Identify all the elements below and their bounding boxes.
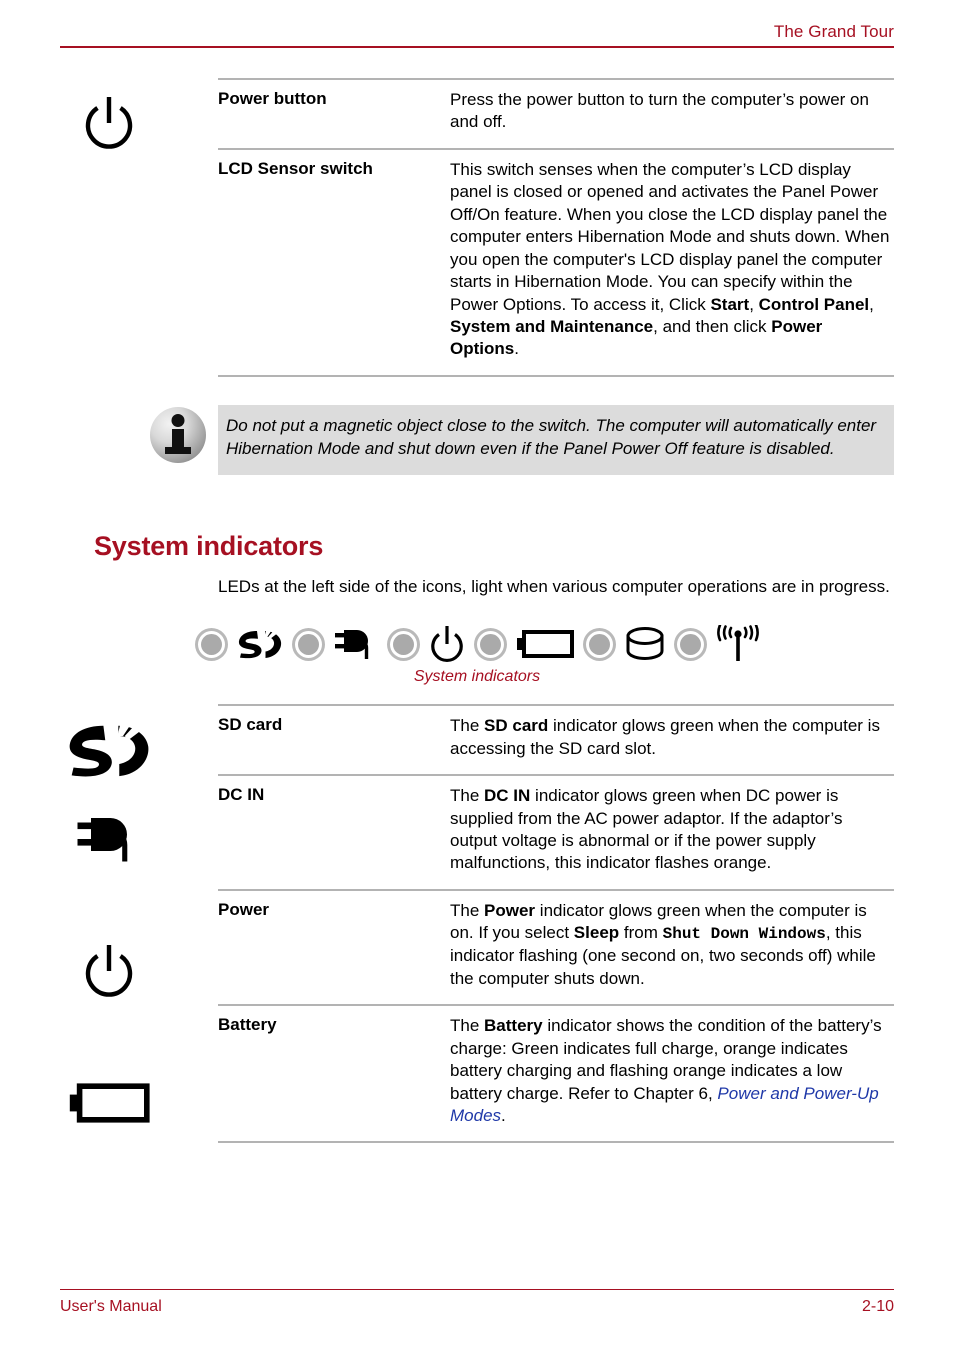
power-controls-section: Power button Press the power button to t… bbox=[0, 78, 954, 377]
row-description: The Battery indicator shows the conditio… bbox=[450, 1004, 894, 1144]
row-description: This switch senses when the computer’s L… bbox=[450, 147, 894, 377]
row-description: The Power indicator glows green when the… bbox=[450, 888, 894, 1006]
sd-card-icon bbox=[237, 629, 283, 659]
table-row: SD card The SD card indicator glows gree… bbox=[218, 704, 894, 776]
table-row: DC IN The DC IN indicator glows green wh… bbox=[218, 774, 894, 890]
table-row: LCD Sensor switch This switch senses whe… bbox=[218, 147, 894, 377]
table-row: Power The Power indicator glows green wh… bbox=[218, 888, 894, 1006]
row-term: DC IN bbox=[218, 774, 450, 890]
led-indicator-1 bbox=[194, 627, 228, 661]
indicator-descriptions-section: SD card The SD card indicator glows gree… bbox=[0, 704, 954, 1144]
indicator-descriptions-table: SD card The SD card indicator glows gree… bbox=[218, 704, 894, 1144]
battery-icon bbox=[0, 1082, 218, 1124]
section-heading: System indicators bbox=[94, 530, 324, 561]
row-description: The DC IN indicator glows green when DC … bbox=[450, 774, 894, 890]
led-indicator-3 bbox=[386, 627, 420, 661]
power-controls-table: Power button Press the power button to t… bbox=[218, 78, 894, 377]
note-text: Do not put a magnetic object close to th… bbox=[226, 415, 877, 458]
led-indicator-6 bbox=[673, 627, 707, 661]
system-indicators-figure: System indicators bbox=[0, 624, 954, 686]
info-icon bbox=[150, 406, 206, 463]
note-box: Do not put a magnetic object close to th… bbox=[218, 404, 894, 475]
hard-disk-drive-icon bbox=[625, 627, 665, 661]
row-description: The SD card indicator glows green when t… bbox=[450, 704, 894, 776]
section-intro: LEDs at the left side of the icons, ligh… bbox=[218, 576, 890, 596]
power-button-icon bbox=[0, 942, 218, 1000]
page-content: Power button Press the power button to t… bbox=[0, 78, 954, 1144]
row-description: Press the power button to turn the compu… bbox=[450, 78, 894, 149]
led-indicator-5 bbox=[582, 627, 616, 661]
power-button-icon bbox=[0, 94, 218, 152]
row-term: Power bbox=[218, 888, 450, 1006]
table-row: Power button Press the power button to t… bbox=[218, 78, 894, 149]
note-callout: Do not put a magnetic object close to th… bbox=[0, 404, 954, 497]
row-term: Power button bbox=[218, 78, 450, 149]
row-term: Battery bbox=[218, 1004, 450, 1144]
table-row: Battery The Battery indicator shows the … bbox=[218, 1004, 894, 1144]
footer-manual-label: User's Manual bbox=[60, 1298, 162, 1315]
row-term: SD card bbox=[218, 704, 450, 776]
figure-caption: System indicators bbox=[413, 668, 541, 686]
header-rule bbox=[60, 46, 894, 48]
page-header: The Grand Tour bbox=[60, 22, 894, 48]
battery-icon bbox=[516, 629, 574, 659]
row-term: LCD Sensor switch bbox=[218, 147, 450, 377]
power-button-icon bbox=[429, 624, 465, 664]
dc-in-plug-icon bbox=[0, 812, 218, 866]
header-title: The Grand Tour bbox=[773, 22, 894, 41]
footer-page-number: 2-10 bbox=[861, 1298, 894, 1315]
wireless-antenna-icon bbox=[716, 625, 760, 663]
led-indicator-4 bbox=[473, 627, 507, 661]
dc-in-plug-icon bbox=[334, 626, 378, 662]
footer-rule bbox=[60, 1288, 894, 1290]
sd-card-icon bbox=[0, 722, 218, 778]
indicator-strip bbox=[0, 624, 954, 664]
page-footer: User's Manual 2-10 bbox=[60, 1288, 894, 1317]
led-indicator-2 bbox=[291, 627, 325, 661]
